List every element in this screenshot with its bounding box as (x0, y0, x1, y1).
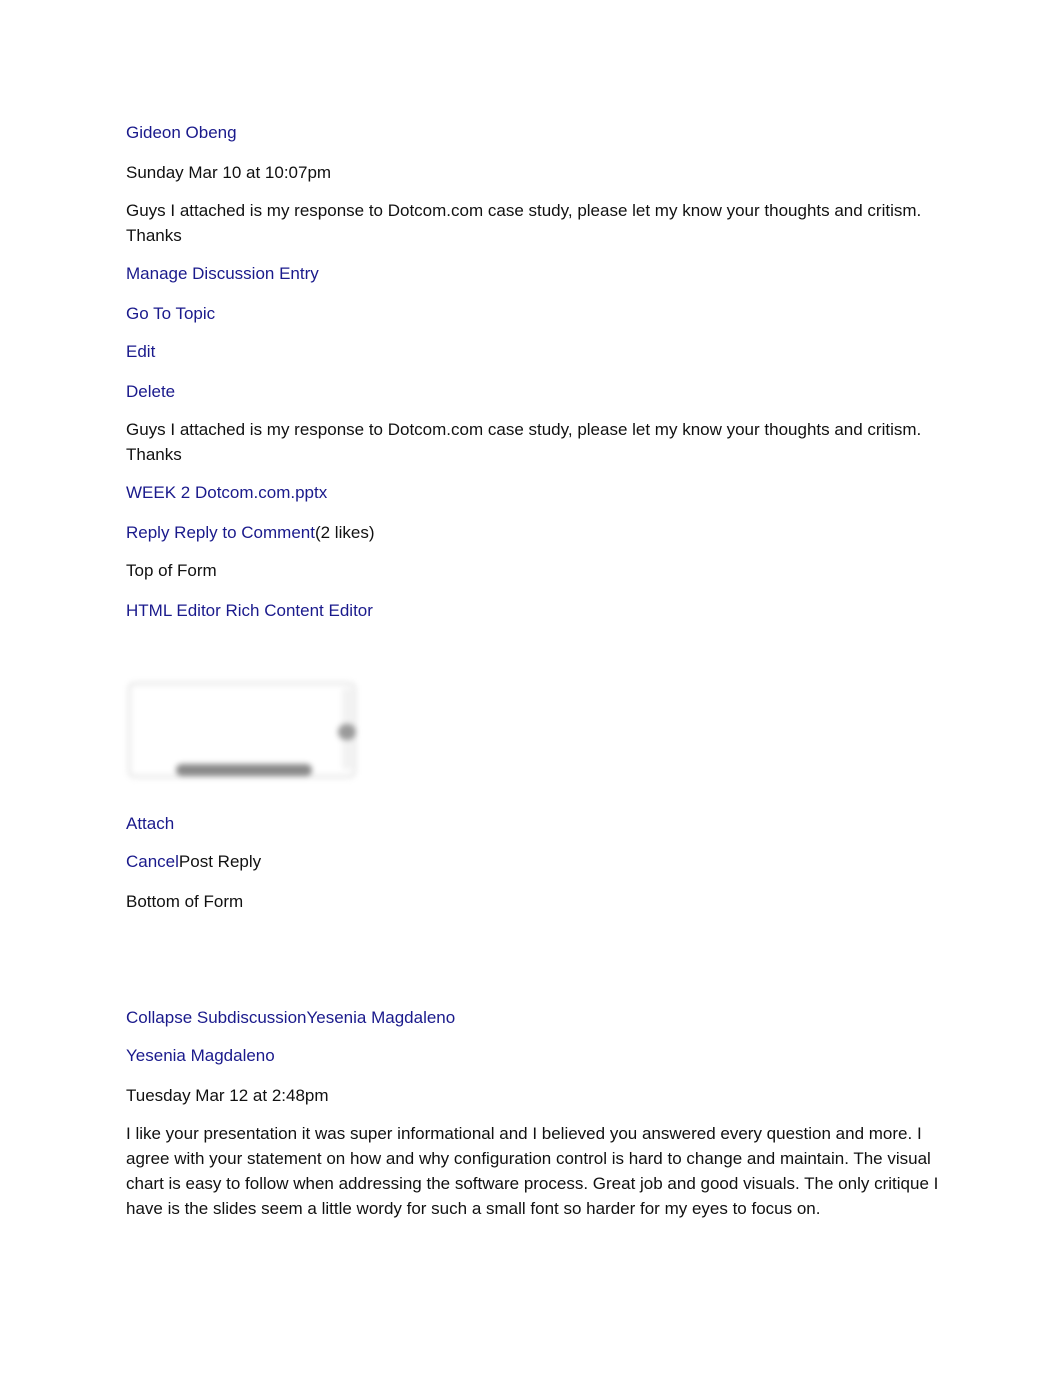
form-actions-row: CancelPost Reply (126, 849, 261, 874)
collapse-row: Collapse SubdiscussionYesenia Magdaleno (126, 1005, 455, 1030)
reply-textarea[interactable] (141, 695, 335, 767)
entry-author-row: Gideon Obeng (126, 120, 237, 145)
attach-link[interactable]: Attach (126, 811, 174, 836)
collapse-subdiscussion-link[interactable]: Collapse SubdiscussionYesenia Magdaleno (126, 1005, 455, 1030)
editor-toggle-link[interactable]: HTML Editor Rich Content Editor (126, 598, 373, 623)
go-to-topic-link[interactable]: Go To Topic (126, 301, 215, 326)
top-of-form-marker: Top of Form (126, 561, 217, 580)
reply-link[interactable]: Reply Reply to Comment (126, 520, 315, 545)
manage-discussion-entry-link[interactable]: Manage Discussion Entry (126, 261, 319, 286)
reply-author-link[interactable]: Yesenia Magdaleno (126, 1043, 275, 1068)
entry-body: Guys I attached is my response to Dotcom… (126, 417, 946, 467)
cancel-button[interactable]: Cancel (126, 849, 179, 874)
editor-toggle-row: HTML Editor Rich Content Editor (126, 598, 373, 623)
go-to-topic-row: Go To Topic (126, 301, 215, 326)
reply-editor (126, 678, 362, 784)
delete-row: Delete (126, 379, 175, 404)
entry-message-line: Thanks (126, 226, 182, 245)
author-link[interactable]: Gideon Obeng (126, 120, 237, 145)
reply-row: Reply Reply to Comment(2 likes) (126, 520, 374, 545)
editor-scroll-thumb[interactable] (338, 724, 356, 740)
entry-body-line: Thanks (126, 445, 182, 464)
edit-link[interactable]: Edit (126, 339, 155, 364)
reply-author-row: Yesenia Magdaleno (126, 1043, 275, 1068)
attach-row: Attach (126, 811, 174, 836)
entry-message-line: Guys I attached is my response to Dotcom… (126, 201, 922, 220)
editor-horizontal-scrollbar[interactable] (176, 764, 312, 776)
reply-message: I like your presentation it was super in… (126, 1124, 939, 1218)
attachment-link[interactable]: WEEK 2 Dotcom.com.pptx (126, 480, 327, 505)
post-reply-button[interactable]: Post Reply (179, 852, 261, 871)
delete-link[interactable]: Delete (126, 379, 175, 404)
attachment-row: WEEK 2 Dotcom.com.pptx (126, 480, 327, 505)
entry-timestamp: Sunday Mar 10 at 10:07pm (126, 163, 332, 182)
edit-row: Edit (126, 339, 155, 364)
manage-entry-row: Manage Discussion Entry (126, 261, 319, 286)
reply-timestamp: Tuesday Mar 12 at 2:48pm (126, 1086, 329, 1105)
entry-message: Guys I attached is my response to Dotcom… (126, 198, 946, 248)
entry-body-line: Guys I attached is my response to Dotcom… (126, 420, 922, 439)
bottom-of-form-marker: Bottom of Form (126, 892, 244, 911)
likes-count: (2 likes) (314, 523, 375, 542)
